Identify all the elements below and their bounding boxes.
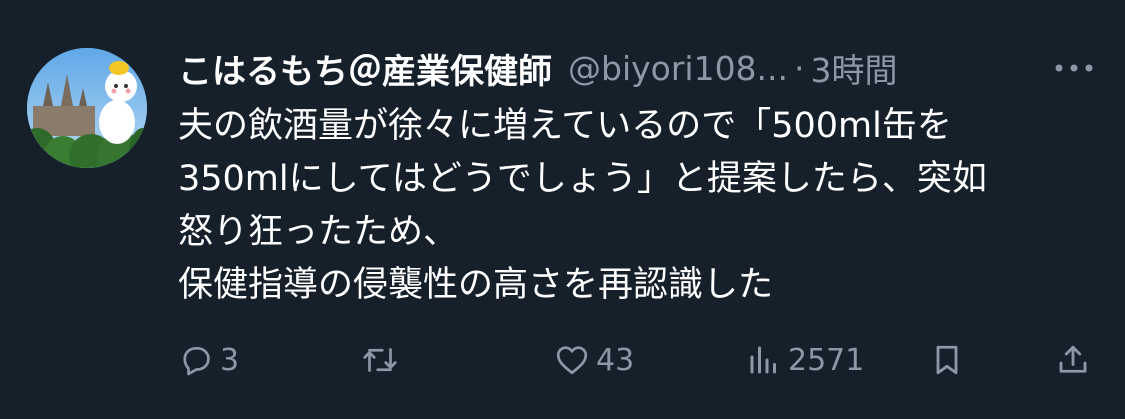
tweet-text: 夫の飲酒量が徐々に増えているので「500ml缶を 350mlにしてはどうでしょう… — [178, 100, 1103, 312]
views-icon — [746, 342, 782, 378]
retweet-icon — [362, 342, 398, 378]
tweet-text-line: 350mlにしてはどうでしょう」と提案したら、突如 — [178, 159, 987, 199]
like-count: 43 — [596, 342, 635, 378]
more-icon[interactable] — [1052, 56, 1096, 80]
reply-icon — [178, 342, 214, 378]
timestamp[interactable]: 3時間 — [811, 44, 898, 92]
tweet-header: こはるもち＠産業保健師 @biyori108... · 3時間 — [178, 44, 898, 92]
user-handle[interactable]: @biyori108... — [568, 49, 788, 88]
share-icon — [1055, 342, 1091, 378]
bookmark-button[interactable] — [929, 336, 965, 384]
reply-button[interactable]: 3 — [178, 336, 239, 384]
reply-count: 3 — [220, 342, 240, 378]
separator-dot: · — [794, 48, 805, 88]
action-bar: 3 43 2571 — [0, 336, 1125, 384]
share-button[interactable] — [1055, 336, 1091, 384]
tweet-text-line: 怒り狂ったため、 — [178, 212, 459, 252]
retweet-button[interactable] — [362, 336, 404, 384]
tweet-card[interactable]: こはるもち＠産業保健師 @biyori108... · 3時間 夫の飲酒量が徐々… — [0, 0, 1125, 419]
tweet-text-line: 保健指導の侵襲性の高さを再認識した — [178, 265, 774, 305]
bookmark-icon — [929, 342, 965, 378]
tweet-text-line: 夫の飲酒量が徐々に増えているので「500ml缶を — [178, 106, 952, 146]
display-name[interactable]: こはるもち＠産業保健師 — [178, 44, 552, 93]
avatar[interactable] — [27, 48, 147, 168]
like-icon — [554, 342, 590, 378]
view-count: 2571 — [788, 342, 865, 378]
like-button[interactable]: 43 — [554, 336, 634, 384]
views-button[interactable]: 2571 — [746, 336, 864, 384]
